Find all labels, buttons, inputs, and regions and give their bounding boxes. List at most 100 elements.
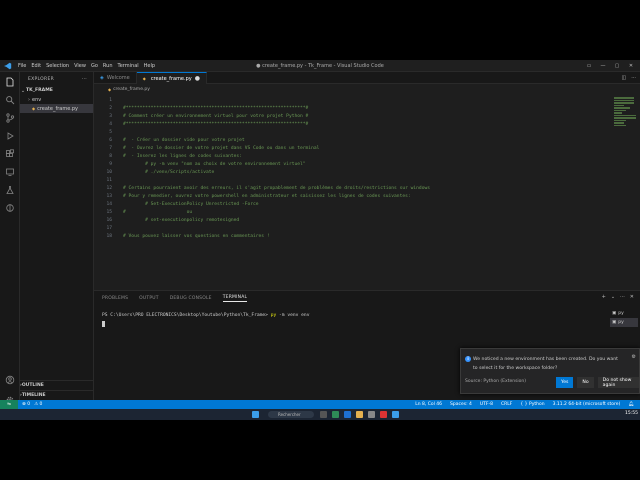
- line-number: 9: [109, 161, 112, 167]
- tab-create-frame[interactable]: ◆ create_frame.py ●: [136, 72, 207, 84]
- layout-icon[interactable]: ▭: [584, 63, 594, 69]
- workspace-folder-label: TK_FRAME: [26, 88, 53, 93]
- tab-debug-console[interactable]: DEBUG CONSOLE: [170, 296, 212, 301]
- tab-terminal[interactable]: TERMINAL: [222, 295, 248, 302]
- python-file-icon: ◆: [108, 86, 112, 92]
- menu-view[interactable]: View: [74, 63, 86, 69]
- chrome-icon[interactable]: [380, 411, 387, 418]
- menu-help[interactable]: Help: [144, 63, 155, 69]
- run-debug-icon[interactable]: [4, 130, 16, 142]
- timeline-section[interactable]: › TIMELINE: [20, 390, 94, 400]
- menu-file[interactable]: File: [18, 63, 26, 69]
- menu-terminal[interactable]: Terminal: [118, 63, 139, 69]
- tree-item-env[interactable]: › env: [20, 95, 93, 104]
- code-editor[interactable]: 1 2 #************************************…: [94, 96, 640, 290]
- new-terminal-icon[interactable]: +: [602, 294, 606, 300]
- more-actions-icon[interactable]: ···: [620, 294, 625, 300]
- do-not-show-again-button[interactable]: Do not show again: [597, 377, 639, 388]
- more-actions-icon[interactable]: ···: [82, 77, 87, 82]
- menu-selection[interactable]: Selection: [46, 63, 69, 69]
- code-line: 18 # Vous pouvez laisser vos questions en…: [94, 232, 624, 240]
- tree-item-create-frame[interactable]: ◆ create_frame.py: [20, 104, 93, 113]
- source-control-icon[interactable]: [4, 112, 16, 124]
- start-icon[interactable]: [252, 411, 259, 418]
- minimize-icon[interactable]: —: [598, 63, 608, 69]
- taskbar-search[interactable]: Rechercher: [268, 411, 314, 418]
- tree-item-label: env: [32, 96, 42, 103]
- terminal-instance[interactable]: ▣ py: [610, 318, 638, 327]
- bell-icon[interactable]: 🔔︎: [628, 402, 634, 407]
- code-text: # ou: [123, 209, 193, 215]
- code-line: 8 # - Inserez les lignes de codes suivant…: [94, 152, 624, 160]
- unsaved-dot-icon[interactable]: ●: [195, 75, 200, 82]
- vscode-taskbar-icon[interactable]: [392, 411, 399, 418]
- extensions-icon[interactable]: [4, 148, 16, 160]
- line-number: 7: [109, 145, 112, 151]
- close-panel-icon[interactable]: ✕: [630, 294, 634, 300]
- encoding[interactable]: UTF-8: [480, 402, 493, 407]
- tab-label: Welcome: [106, 75, 130, 81]
- task-view-icon[interactable]: [320, 411, 327, 418]
- os-taskbar: Rechercher 15:55: [0, 409, 640, 420]
- clock: 15:55: [625, 411, 638, 416]
- code-line: 10 # ./venv/Scripts/activate: [94, 168, 624, 176]
- minimap-line: [614, 107, 630, 109]
- code-text: # Set-ExecutionPolicy Unrestricted -Forc…: [123, 201, 259, 207]
- notification-source: Source: Python (Extension): [465, 379, 527, 384]
- chevron-down-icon[interactable]: ⌄: [611, 294, 615, 300]
- code-text: # Comment créer un environnement virtuel…: [123, 113, 309, 119]
- more-actions-icon[interactable]: ···: [631, 75, 636, 81]
- python-interpreter[interactable]: 3.11.2 64-bit (microsoft store): [553, 402, 621, 407]
- line-number: 13: [106, 193, 112, 199]
- end-of-line[interactable]: CRLF: [501, 402, 512, 407]
- close-icon[interactable]: ✕: [626, 63, 636, 69]
- terminal-icon: ▣: [612, 320, 617, 325]
- explorer-sidebar: EXPLORER ··· ⌄ TK_FRAME › env ◆ create_f…: [20, 72, 94, 412]
- tab-welcome[interactable]: ◈ Welcome: [94, 72, 137, 84]
- tab-problems[interactable]: PROBLEMS: [102, 296, 128, 301]
- terminal-instance[interactable]: ▣ py: [610, 309, 638, 318]
- code-text: # - Inserez les lignes de codes suivante…: [123, 153, 242, 159]
- breadcrumb-file[interactable]: create_frame.py: [113, 87, 150, 92]
- code-line: 9 # py -m venv "nom au choix de votre en…: [94, 160, 624, 168]
- explorer-icon[interactable]: [4, 76, 16, 88]
- line-number: 2: [109, 105, 112, 111]
- status-bar: ⇋ ⊗ 0 ⚠ 0 Ln 8, Col 46 Spaces: 4 UTF-8 C…: [0, 400, 640, 409]
- minimap[interactable]: [612, 96, 640, 156]
- indentation[interactable]: Spaces: 4: [450, 402, 472, 407]
- edge-icon[interactable]: [344, 411, 351, 418]
- testing-icon[interactable]: [4, 184, 16, 196]
- code-line: 11: [94, 176, 624, 184]
- remote-explorer-icon[interactable]: [4, 166, 16, 178]
- file-explorer-icon[interactable]: [356, 411, 363, 418]
- workspace-folder[interactable]: ⌄ TK_FRAME: [20, 86, 93, 95]
- remote-indicator-icon[interactable]: ⇋: [0, 400, 18, 409]
- yes-button[interactable]: Yes: [556, 377, 574, 388]
- app-icon[interactable]: [332, 411, 339, 418]
- window-controls: ▭ — ▢ ✕: [584, 60, 640, 72]
- menu-run[interactable]: Run: [103, 63, 113, 69]
- store-icon[interactable]: [368, 411, 375, 418]
- terminal-line[interactable]: PS C:\Users\PRO ELECTRONICS\Desktop\Yout…: [102, 313, 309, 318]
- line-number: 12: [106, 185, 112, 191]
- gear-icon[interactable]: ⚙: [632, 354, 636, 360]
- line-number: 11: [106, 177, 112, 183]
- menu-edit[interactable]: Edit: [31, 63, 41, 69]
- python-icon[interactable]: [4, 202, 16, 214]
- cursor-position[interactable]: Ln 8, Col 46: [415, 402, 442, 407]
- account-icon[interactable]: [4, 374, 16, 386]
- errors-count[interactable]: ⊗ 0: [22, 402, 30, 407]
- code-text: #***************************************…: [123, 121, 309, 127]
- explorer-header: EXPLORER ···: [20, 72, 93, 86]
- menu-go[interactable]: Go: [91, 63, 98, 69]
- search-icon[interactable]: [4, 94, 16, 106]
- no-button[interactable]: No: [577, 377, 594, 388]
- minimap-line: [614, 102, 634, 104]
- tree-item-label: create_frame.py: [37, 105, 78, 112]
- outline-section[interactable]: › OUTLINE: [20, 380, 94, 390]
- language-mode[interactable]: { } Python: [520, 402, 544, 407]
- warnings-count[interactable]: ⚠ 0: [34, 402, 42, 407]
- split-editor-icon[interactable]: ◫: [621, 75, 626, 81]
- maximize-icon[interactable]: ▢: [612, 63, 622, 69]
- tab-output[interactable]: OUTPUT: [139, 296, 159, 301]
